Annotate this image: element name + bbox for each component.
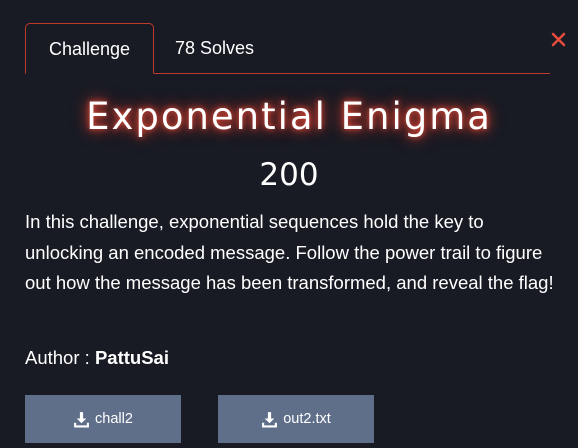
- download-label: out2.txt: [283, 411, 331, 427]
- download-icon: [261, 411, 278, 428]
- author-label: Author :: [25, 347, 95, 368]
- download-label: chall2: [95, 411, 133, 427]
- author-line: Author : PattuSai: [25, 347, 169, 369]
- download-icon: [73, 411, 90, 428]
- tab-challenge[interactable]: Challenge: [25, 23, 154, 74]
- challenge-tabs: Challenge 78 Solves: [25, 23, 550, 74]
- download-button-chall2[interactable]: chall2: [25, 395, 181, 443]
- challenge-points: 200: [259, 157, 319, 193]
- challenge-title: Exponential Enigma: [86, 95, 492, 138]
- close-icon[interactable]: [549, 30, 569, 50]
- challenge-description: In this challenge, exponential sequences…: [25, 211, 554, 293]
- download-button-out2[interactable]: out2.txt: [218, 395, 374, 443]
- tab-solves[interactable]: 78 Solves: [175, 23, 254, 74]
- author-name: PattuSai: [94, 347, 169, 368]
